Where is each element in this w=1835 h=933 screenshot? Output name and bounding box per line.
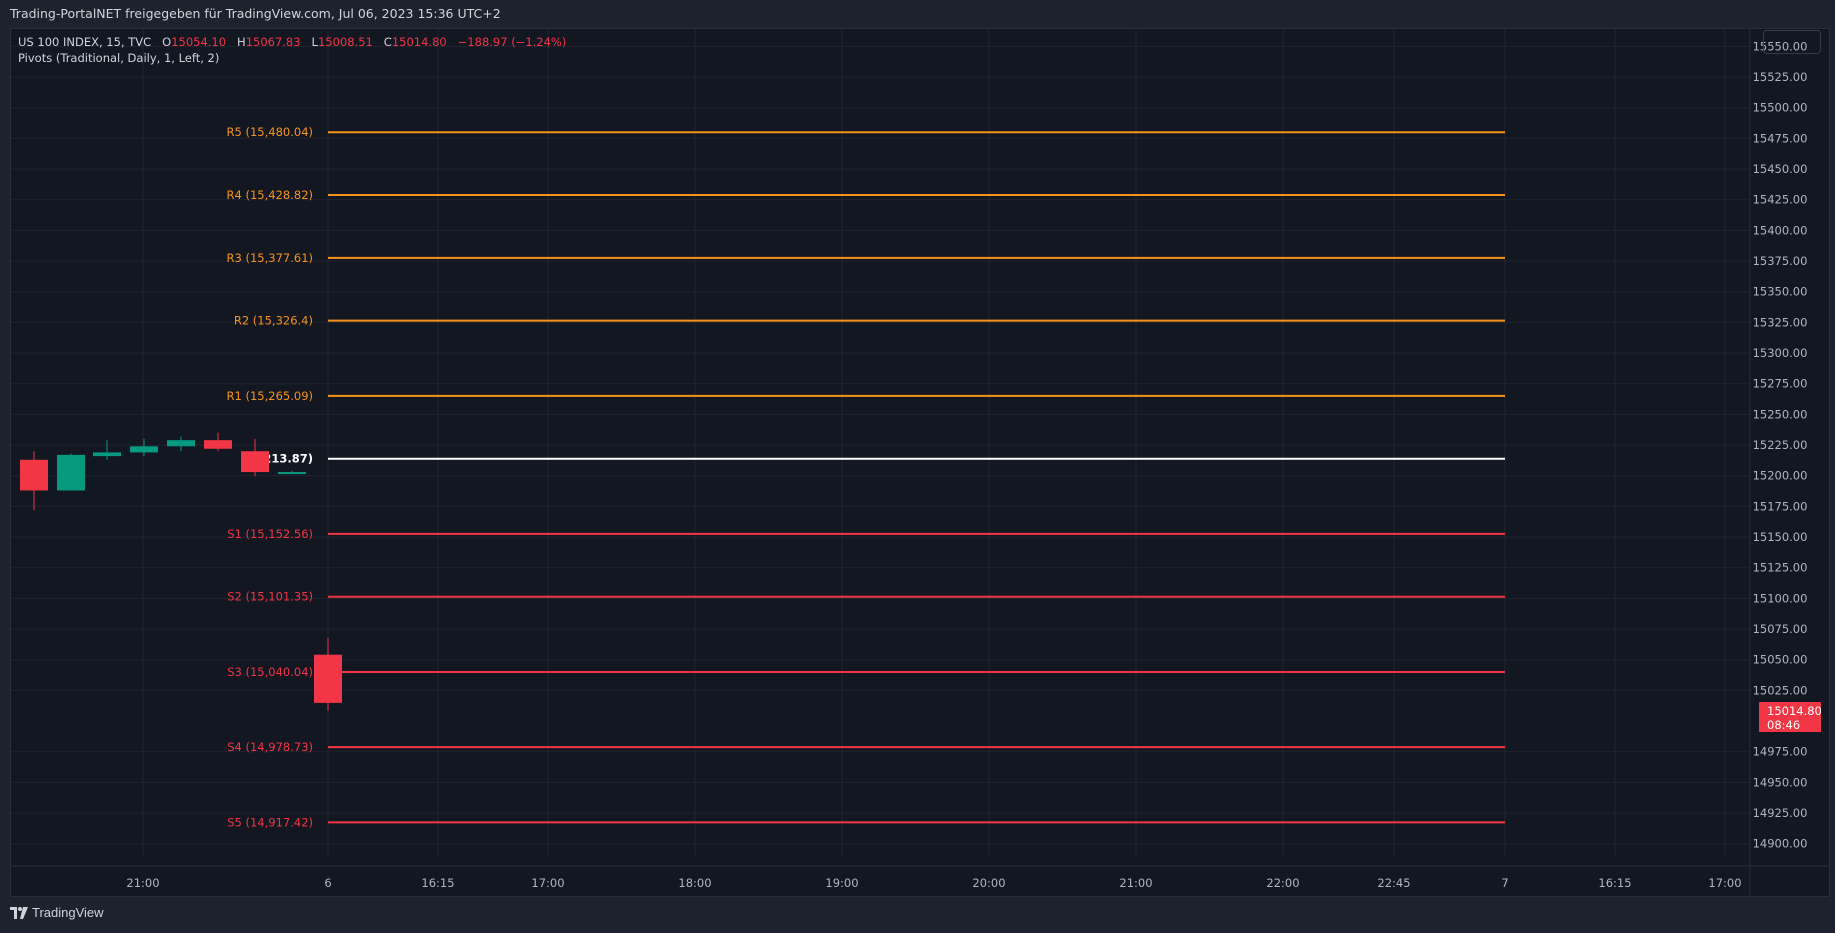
price-tick-label: 15300.00 [1753, 346, 1808, 360]
time-tick-label: 6 [324, 876, 331, 890]
last-price-badge: 15014.80 08:46 [1759, 702, 1822, 732]
brand-name: TradingView [32, 905, 104, 920]
time-tick-label: 21:00 [126, 876, 159, 890]
price-tick-label: 14975.00 [1753, 745, 1808, 759]
indicator-row[interactable]: Pivots (Traditional, Daily, 1, Left, 2) [18, 50, 566, 66]
price-tick-label: 15425.00 [1753, 193, 1808, 207]
price-tick-label: 15500.00 [1753, 101, 1808, 115]
tradingview-logo-icon [10, 906, 28, 919]
time-tick-label: 17:00 [1708, 876, 1741, 890]
price-tick-label: 15475.00 [1753, 131, 1808, 145]
price-tick-label: 15225.00 [1753, 438, 1808, 452]
price-tick-label: 15200.00 [1753, 469, 1808, 483]
last-price-value: 15014.80 [1767, 704, 1822, 718]
price-tick-label: 15375.00 [1753, 254, 1808, 268]
price-tick-label: 15100.00 [1753, 591, 1808, 605]
time-tick-label: 22:00 [1266, 876, 1299, 890]
pivot-label-s5: S5 (14,917.42) [227, 815, 313, 829]
time-tick-label: 18:00 [678, 876, 711, 890]
price-tick-label: 15275.00 [1753, 377, 1808, 391]
publisher-line: Trading-PortalNET freigegeben für Tradin… [10, 6, 501, 21]
candle-body [20, 459, 48, 491]
candle-body [93, 452, 121, 457]
price-tick-label: 15400.00 [1753, 223, 1808, 237]
publisher-header: Trading-PortalNET freigegeben für Tradin… [0, 0, 1835, 28]
price-tick-label: 15325.00 [1753, 315, 1808, 329]
price-chart[interactable]: R5 (15,480.04) R4 (15,428.82) R3 (15,377.6… [10, 28, 1830, 897]
pivot-label-s1: S1 (15,152.56) [227, 527, 313, 541]
price-tick-label: 14925.00 [1753, 806, 1808, 820]
pivot-label-s2: S2 (15,101.35) [227, 590, 313, 604]
price-tick-label: 15450.00 [1753, 162, 1808, 176]
close-value: 15014.80 [391, 35, 447, 49]
price-tick-label: 15175.00 [1753, 499, 1808, 513]
price-tick-label: 14950.00 [1753, 775, 1808, 789]
candle-body [167, 440, 195, 447]
change-value: −188.97 (−1.24%) [457, 35, 567, 49]
time-tick-label: 21:00 [1119, 876, 1152, 890]
scale-settings-box[interactable] [1763, 30, 1821, 54]
time-tick-label: 22:45 [1377, 876, 1410, 890]
low-value: 15008.51 [317, 35, 373, 49]
price-tick-label: 15525.00 [1753, 70, 1808, 84]
time-tick-label: 16:15 [421, 876, 454, 890]
pivot-label-r3: R3 (15,377.61) [227, 251, 313, 265]
price-tick-label: 15125.00 [1753, 561, 1808, 575]
footer-bar [0, 897, 1835, 933]
time-tick-label: 7 [1501, 876, 1508, 890]
close-label: C [383, 35, 392, 49]
high-label: H [237, 35, 246, 49]
candle-body [204, 440, 232, 449]
candle-body [57, 454, 85, 491]
time-tick-label: 20:00 [972, 876, 1005, 890]
price-tick-label: 15050.00 [1753, 653, 1808, 667]
high-value: 15067.83 [245, 35, 301, 49]
price-tick-label: 15075.00 [1753, 622, 1808, 636]
price-tick-label: 14900.00 [1753, 837, 1808, 851]
open-value: 15054.10 [171, 35, 227, 49]
pivot-label-r1: R1 (15,265.09) [227, 389, 313, 403]
bar-countdown: 08:46 [1767, 718, 1801, 732]
candle-body [314, 654, 342, 703]
pivot-label-s3: S3 (15,040.04) [227, 665, 313, 679]
price-tick-label: 15250.00 [1753, 407, 1808, 421]
time-tick-label: 16:15 [1598, 876, 1631, 890]
candle-body [130, 446, 158, 453]
pivot-label-r2: R2 (15,326.4) [234, 314, 313, 328]
pivot-label-r5: R5 (15,480.04) [227, 125, 313, 139]
symbol-row[interactable]: US 100 INDEX, 15, TVC O15054.10 H15067.8… [18, 34, 566, 50]
price-tick-label: 15025.00 [1753, 683, 1808, 697]
symbol-name[interactable]: US 100 INDEX, 15, TVC [18, 35, 151, 49]
time-scale: 21:00 6 16:15 17:00 18:00 19:00 20:00 21:00 22:0… [126, 876, 1741, 890]
time-tick-label: 19:00 [825, 876, 858, 890]
pivot-label-s4: S4 (14,978.73) [227, 740, 313, 754]
price-tick-label: 15350.00 [1753, 285, 1808, 299]
pivot-label-r4: R4 (15,428.82) [227, 188, 313, 202]
time-tick-label: 17:00 [531, 876, 564, 890]
price-tick-label: 15150.00 [1753, 530, 1808, 544]
pivot-label-p: 213.87) [263, 452, 313, 466]
candle-body [241, 451, 269, 473]
candle-body [278, 472, 306, 475]
chart-legend: US 100 INDEX, 15, TVC O15054.10 H15067.8… [18, 34, 566, 66]
open-label: O [162, 35, 172, 49]
brand-logo[interactable]: TradingView [10, 905, 104, 920]
indicator-name[interactable]: Pivots (Traditional, Daily, 1, Left, 2) [18, 51, 219, 65]
